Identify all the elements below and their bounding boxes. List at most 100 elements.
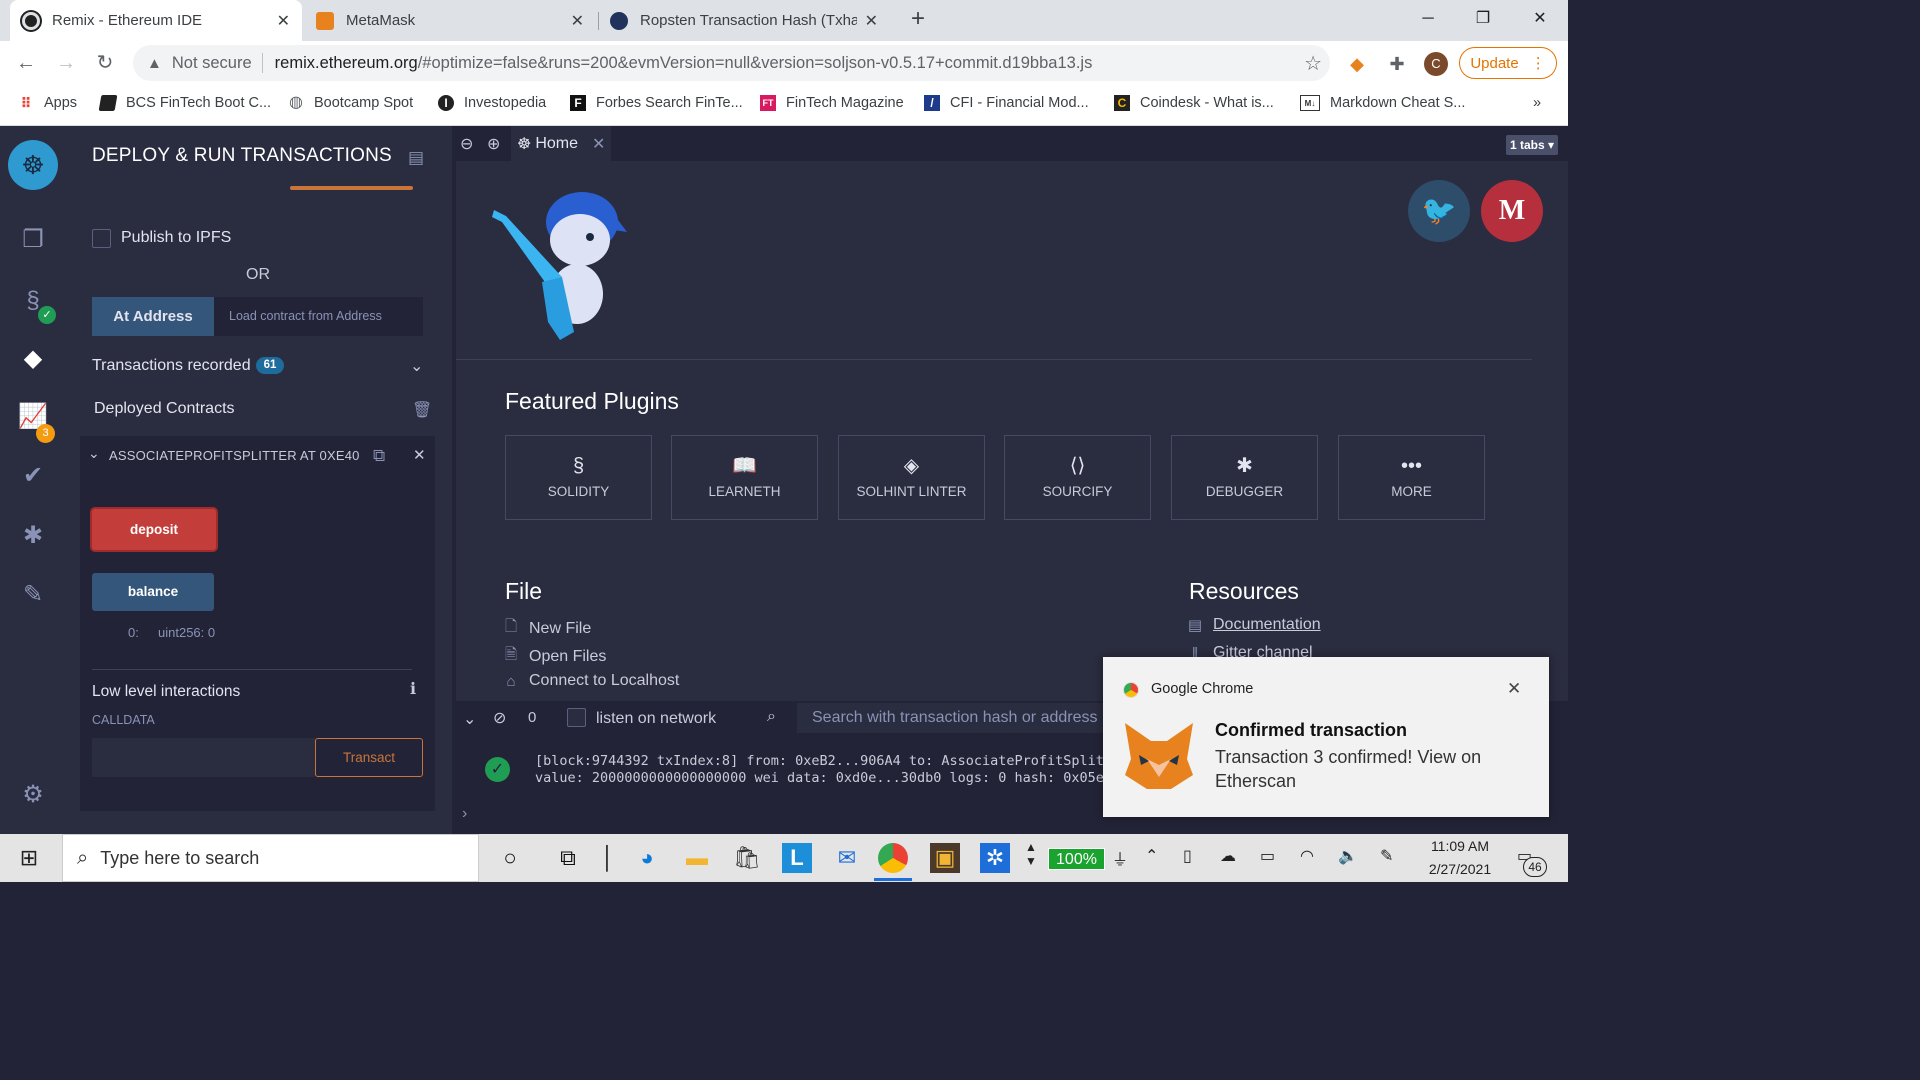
connect-localhost-link[interactable]: ⌂ Connect to Localhost — [503, 672, 679, 690]
trash-icon[interactable]: 🗑 — [412, 400, 432, 420]
plugin-debugger[interactable]: ✱ DEBUGGER — [1171, 435, 1318, 520]
new-tab-icon[interactable]: + — [904, 6, 932, 34]
bookmark-markdown[interactable]: M↓ Markdown Cheat S... — [1300, 95, 1465, 111]
battery-icon[interactable]: ▭ — [1260, 846, 1275, 866]
balance-button[interactable]: balance — [92, 573, 214, 611]
tab-ropsten[interactable]: Ropsten Transaction Hash (Txhas ✕ — [598, 0, 890, 41]
zoom-in-icon[interactable]: ⊕ — [487, 134, 500, 154]
terminal-search-input[interactable]: Search with transaction hash or address — [797, 703, 1127, 733]
tab-home[interactable]: ☸ Home ✕ — [511, 126, 611, 161]
plugin-more[interactable]: ••• MORE — [1338, 435, 1485, 520]
zoom-out-icon[interactable]: ⊖ — [460, 134, 473, 154]
transact-button[interactable]: Transact — [315, 738, 423, 777]
contract-instance-label[interactable]: ASSOCIATEPROFITSPLITTER AT 0XE40 — [109, 448, 360, 463]
deposit-button[interactable]: deposit — [92, 509, 216, 550]
log-line-2[interactable]: value: 2000000000000000000 wei data: 0xd… — [535, 770, 1128, 786]
bookmark-star-icon[interactable]: ☆ — [1304, 51, 1322, 76]
info-icon[interactable]: ℹ — [410, 679, 416, 699]
update-button[interactable]: Update ⋮ — [1459, 47, 1557, 79]
back-icon[interactable]: ← — [12, 49, 40, 77]
settings-gear-icon[interactable]: ⚙ — [16, 778, 50, 812]
clock-time[interactable]: 11:09 AM — [1420, 838, 1500, 854]
listen-network-checkbox[interactable] — [567, 708, 586, 727]
pen-icon[interactable]: │ — [593, 843, 623, 873]
close-notification-icon[interactable]: ✕ — [1507, 679, 1521, 699]
reload-icon[interactable]: ↻ — [91, 49, 119, 77]
bookmark-fintech-magazine[interactable]: FT FinTech Magazine — [760, 95, 904, 111]
bookmark-apps[interactable]: ⠿ Apps — [18, 95, 78, 111]
new-file-link[interactable]: 🗋 New File — [503, 616, 591, 641]
remix-logo-icon[interactable]: ☸ — [8, 140, 58, 190]
collapse-terminal-icon[interactable]: ⌄ — [463, 709, 476, 729]
clear-console-icon[interactable]: ⊘ — [493, 708, 506, 728]
plugin-learneth[interactable]: 📖 LEARNETH — [671, 435, 818, 520]
caret-down-icon[interactable]: ⌄ — [88, 445, 100, 462]
chrome-taskbar-icon[interactable] — [878, 843, 908, 873]
terminal-prompt-icon[interactable]: › — [462, 805, 467, 823]
close-tab-icon[interactable]: ✕ — [571, 11, 584, 31]
debugger-bug-icon[interactable]: ✱ — [16, 519, 50, 553]
battery-badge[interactable]: 100% — [1048, 848, 1105, 870]
chrome-notification[interactable]: Google Chrome ✕ Confirmed transaction Tr… — [1103, 657, 1549, 817]
at-address-button[interactable]: At Address — [92, 297, 214, 336]
close-tab-icon[interactable]: ✕ — [277, 11, 290, 31]
wifi-icon[interactable]: ◠ — [1300, 846, 1314, 866]
chevron-down-icon[interactable]: ⌄ — [410, 356, 423, 376]
bookmark-coindesk[interactable]: C Coindesk - What is... — [1114, 95, 1274, 111]
twitter-icon[interactable]: 🐦 — [1408, 180, 1470, 242]
publish-ipfs-checkbox[interactable] — [92, 229, 111, 248]
bookmark-forbes[interactable]: F Forbes Search FinTe... — [570, 95, 743, 111]
forward-icon[interactable]: → — [52, 49, 80, 77]
tray-up-icon[interactable]: ▲ ▼ — [1025, 840, 1037, 868]
task-view-icon[interactable]: ⧉ — [553, 843, 583, 873]
taskbar-search[interactable]: ⌕ Type here to search — [62, 834, 479, 882]
plugin-solidity[interactable]: § SOLIDITY — [505, 435, 652, 520]
file-explorer-icon[interactable]: ▬ — [682, 843, 712, 873]
store-icon[interactable]: 🛍 — [732, 843, 762, 873]
tab-metamask[interactable]: MetaMask ✕ — [304, 0, 596, 41]
bookmark-bcs[interactable]: BCS FinTech Boot C... — [98, 95, 271, 111]
medium-icon[interactable]: M — [1481, 180, 1543, 242]
l-app-icon[interactable]: L — [782, 843, 812, 873]
documentation-link[interactable]: ▤ Documentation — [1187, 616, 1321, 634]
open-files-link[interactable]: 🗎 Open Files — [503, 644, 606, 669]
cortana-icon[interactable]: ○ — [495, 843, 525, 873]
close-tab-icon[interactable]: ✕ — [865, 11, 878, 31]
close-window-icon[interactable]: ✕ — [1525, 4, 1555, 34]
profile-avatar[interactable]: C — [1424, 52, 1448, 76]
restore-icon[interactable]: ❐ — [1468, 4, 1498, 34]
slack-icon[interactable]: ✲ — [980, 843, 1010, 873]
pen-tray-icon[interactable]: ✎ — [1380, 846, 1393, 866]
minimize-icon[interactable]: ─ — [1413, 4, 1443, 34]
tabs-count-dropdown[interactable]: 1 tabs ▾ — [1506, 135, 1558, 155]
load-address-input[interactable]: Load contract from Address — [214, 297, 423, 336]
log-line-1[interactable]: [block:9744392 txIndex:8] from: 0xeB2...… — [535, 753, 1128, 769]
deploy-run-icon[interactable]: ◆ — [16, 342, 50, 376]
calldata-input[interactable] — [92, 738, 315, 777]
show-hidden-icon[interactable]: ⌃ — [1145, 846, 1158, 866]
testing-icon[interactable]: ✔ — [16, 459, 50, 493]
plugin-solhint[interactable]: ◈ SOLHINT LINTER — [838, 435, 985, 520]
windows-start-icon[interactable]: ⊞ — [14, 843, 44, 873]
bookmark-investopedia[interactable]: I Investopedia — [438, 95, 546, 111]
warning-icon[interactable]: ▲ — [147, 55, 162, 72]
close-tab-icon[interactable]: ✕ — [592, 134, 605, 154]
tab-remix[interactable]: Remix - Ethereum IDE ✕ — [10, 0, 302, 41]
bookmark-bootcamp[interactable]: ◍ Bootcamp Spot — [288, 95, 413, 112]
plugin-manager-icon[interactable]: ✎ — [16, 578, 50, 612]
clock-date[interactable]: 2/27/2021 — [1420, 861, 1500, 877]
address-bar[interactable]: ▲ Not secure remix.ethereum.org/#optimiz… — [133, 45, 1330, 81]
extensions-puzzle-icon[interactable]: ✚ — [1386, 53, 1408, 75]
usb-icon[interactable]: ⏚ — [1112, 846, 1128, 870]
bookmark-cfi[interactable]: / CFI - Financial Mod... — [924, 95, 1089, 111]
plugin-sourcify[interactable]: ⟨⟩ SOURCIFY — [1004, 435, 1151, 520]
edge-icon[interactable]: ◕ — [632, 843, 662, 873]
box-app-icon[interactable]: ▣ — [930, 843, 960, 873]
copy-icon[interactable]: ⧉ — [373, 446, 385, 466]
bookmarks-overflow-icon[interactable]: » — [1533, 95, 1541, 111]
file-explorer-icon[interactable]: ❐ — [16, 223, 50, 257]
transactions-recorded-label[interactable]: Transactions recorded — [92, 357, 251, 375]
docs-icon[interactable]: ▤ — [408, 148, 424, 168]
device-icon[interactable]: ▯ — [1183, 846, 1192, 866]
volume-icon[interactable]: 🔈 — [1338, 846, 1358, 866]
